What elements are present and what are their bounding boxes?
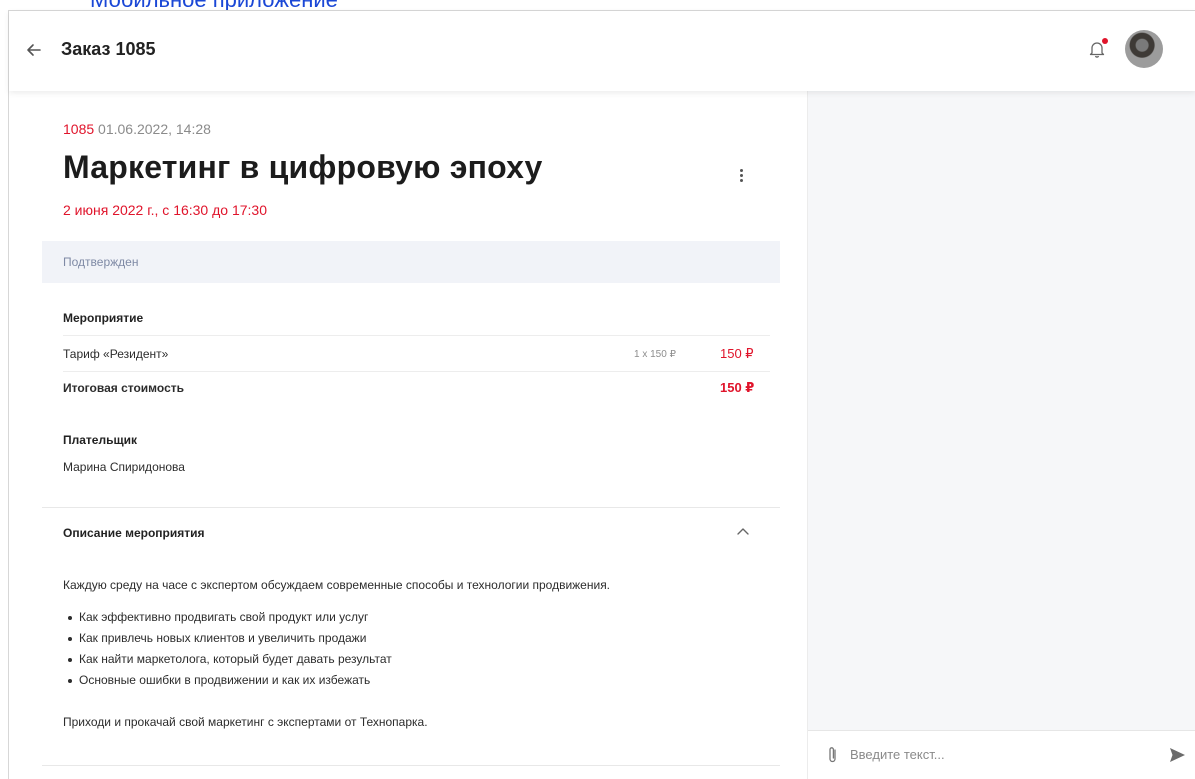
event-date: 2 июня 2022 г., с 16:30 до 17:30: [63, 202, 267, 218]
chat-input[interactable]: Введите текст...: [850, 747, 945, 762]
total-label: Итоговая стоимость: [63, 381, 184, 395]
tariff-qty: 1 x 150 ₽: [634, 349, 676, 360]
status-bar: Подтвержден: [42, 241, 780, 283]
chevron-up-icon[interactable]: [737, 527, 749, 535]
row-divider: [63, 335, 770, 336]
browser-link[interactable]: Мобильное приложение: [90, 0, 338, 11]
list-item: Как привлечь новых клиентов и увеличить …: [63, 628, 392, 649]
order-details: 1085 01.06.2022, 14:28 Маркетинг в цифро…: [9, 91, 807, 779]
notifications-button[interactable]: [1086, 38, 1108, 60]
tariff-name: Тариф «Резидент»: [63, 347, 169, 361]
event-title: Маркетинг в цифровую эпоху: [63, 149, 543, 185]
description-bullets: Как эффективно продвигать свой продукт и…: [63, 607, 392, 691]
section-divider: [42, 507, 780, 508]
tariff-price: 150 ₽: [720, 346, 754, 361]
list-item: Как эффективно продвигать свой продукт и…: [63, 607, 392, 628]
description-intro: Каждую среду на часе с экспертом обсужда…: [63, 578, 611, 592]
app-header: Заказ 1085: [9, 11, 1195, 91]
order-created: 01.06.2022, 14:28: [98, 121, 211, 137]
kebab-icon[interactable]: [736, 169, 746, 187]
status-badge: Подтвержден: [63, 255, 139, 269]
description-toggle[interactable]: Описание мероприятия: [63, 526, 205, 540]
total-price: 150 ₽: [720, 380, 755, 395]
arrow-left-icon[interactable]: [23, 39, 45, 61]
payer-name: Марина Спиридонова: [63, 460, 185, 474]
page-title: Заказ 1085: [61, 39, 156, 59]
send-icon[interactable]: [1167, 745, 1187, 765]
paperclip-icon[interactable]: [826, 745, 840, 765]
order-meta: 1085 01.06.2022, 14:28: [63, 121, 211, 137]
payer-label: Плательщик: [63, 433, 137, 447]
chat-input-bar: Введите текст...: [808, 730, 1195, 779]
notification-dot: [1102, 38, 1108, 44]
chat-panel: Введите текст...: [807, 91, 1195, 779]
avatar[interactable]: [1125, 30, 1163, 68]
list-item: Основные ошибки в продвижении и как их и…: [63, 670, 392, 691]
list-item: Как найти маркетолога, который будет дав…: [63, 649, 392, 670]
row-divider: [63, 371, 770, 372]
order-number: 1085: [63, 121, 95, 137]
section-divider: [42, 765, 780, 766]
app-window: Заказ 1085 1085 01.06.2022, 14:28 Маркет…: [8, 10, 1195, 779]
event-section-label: Мероприятие: [63, 311, 144, 325]
description-outro: Приходи и прокачай свой маркетинг с эксп…: [63, 715, 428, 729]
